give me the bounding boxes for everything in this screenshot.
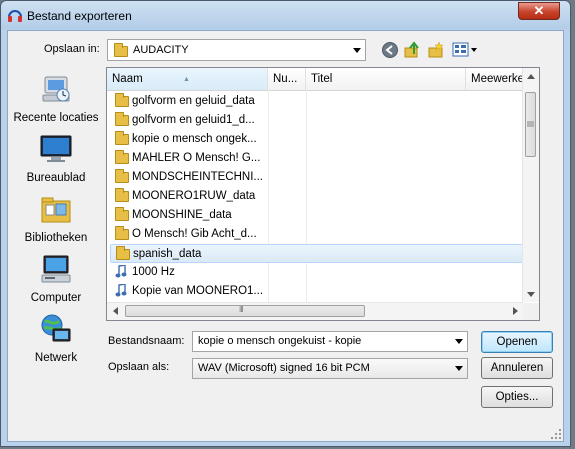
list-item[interactable]: golfvorm en geluid_data: [110, 92, 535, 111]
file-name: MOONSHINE_data: [132, 209, 232, 221]
back-icon[interactable]: [381, 41, 399, 59]
dialog-window: Bestand exporteren ✕ Opslaan in: AUDACIT…: [0, 0, 571, 447]
vertical-scroll-thumb[interactable]: [525, 92, 536, 157]
network-icon: [41, 314, 71, 342]
arrow-up-icon: [527, 73, 535, 79]
column-title[interactable]: Titel: [306, 68, 466, 90]
column-number[interactable]: Nu...: [268, 68, 306, 90]
horizontal-scrollbar[interactable]: III: [107, 302, 523, 320]
list-item[interactable]: kopie o mensch ongek...: [110, 130, 535, 149]
place-libraries[interactable]: Bibliotheken: [10, 193, 102, 244]
file-name: Kopie van MOONERO1...: [132, 285, 264, 297]
file-name: spanish_data: [133, 248, 202, 260]
horizontal-grip: III: [239, 305, 244, 314]
file-name: 1000 Hz: [132, 266, 175, 278]
cancel-button[interactable]: Annuleren: [481, 357, 553, 379]
audio-file-icon: [115, 265, 127, 278]
scroll-left-button[interactable]: [107, 303, 123, 319]
options-button[interactable]: Opties...: [481, 386, 553, 408]
close-button[interactable]: ✕: [518, 2, 560, 20]
folder-icon: [114, 43, 128, 57]
chevron-down-icon[interactable]: [455, 366, 463, 371]
list-item[interactable]: Kopie van MOONERO1...: [110, 282, 535, 301]
audio-file-icon: [115, 284, 127, 297]
folder-icon: [115, 112, 129, 126]
scroll-right-button[interactable]: [507, 303, 523, 319]
save-as-label: Opslaan als:: [108, 361, 170, 373]
audacity-headphones-icon: [8, 10, 22, 22]
chevron-down-icon[interactable]: [455, 339, 463, 344]
open-button[interactable]: Openen: [481, 331, 553, 353]
window-title: Bestand exporteren: [27, 9, 132, 23]
folder-icon: [115, 131, 129, 145]
place-desktop[interactable]: Bureaublad: [10, 133, 102, 184]
save-in-value: AUDACITY: [133, 44, 189, 56]
file-name: O Mensch! Gib Acht_d...: [132, 228, 257, 240]
folder-icon: [115, 150, 129, 164]
place-label: Bureaublad: [26, 172, 86, 184]
scroll-down-button[interactable]: [523, 286, 539, 302]
file-name: MAHLER O Mensch! G...: [132, 152, 261, 164]
place-label: Computer: [30, 292, 82, 304]
save-in-label: Opslaan in:: [44, 43, 100, 55]
chevron-down-icon[interactable]: [353, 48, 361, 53]
file-name: MONDSCHEINTECHNI...: [132, 171, 263, 183]
scroll-corner: [523, 303, 539, 320]
place-network[interactable]: Netwerk: [10, 313, 102, 364]
place-recent[interactable]: Recente locaties: [10, 73, 102, 124]
file-list[interactable]: Naam ▲ Nu... Titel Meewerkend golfvorm e…: [106, 67, 540, 321]
list-item[interactable]: 1000 Hz: [110, 263, 535, 282]
libraries-icon: [41, 197, 71, 223]
vertical-scrollbar[interactable]: [522, 68, 539, 302]
file-name: MOONERO1RUW_data: [132, 190, 256, 202]
scroll-up-button[interactable]: [523, 68, 539, 84]
file-name: golfvorm en geluid_data: [132, 95, 255, 107]
folder-icon: [115, 169, 129, 183]
file-name: kopie o mensch ongek...: [132, 133, 257, 145]
save-in-combo[interactable]: AUDACITY: [107, 39, 366, 61]
arrow-left-icon: [112, 307, 118, 315]
folder-icon: [116, 246, 130, 260]
list-item[interactable]: MOONSHINE_data: [110, 206, 535, 225]
filename-value: kopie o mensch ongekuist - kopie: [198, 335, 362, 347]
desktop-icon: [40, 135, 72, 162]
filename-label: Bestandsnaam:: [108, 335, 185, 347]
column-name-label: Naam: [112, 73, 143, 85]
arrow-down-icon: [527, 291, 535, 297]
file-name: golfvorm en geluid1_d...: [132, 114, 255, 126]
horizontal-scroll-thumb[interactable]: III: [125, 305, 365, 317]
grip-icon: [527, 121, 534, 127]
arrow-right-icon: [512, 307, 518, 315]
computer-icon: [41, 255, 71, 283]
place-label: Bibliotheken: [24, 232, 88, 244]
up-folder-icon[interactable]: [403, 41, 421, 59]
recent-places-icon: [42, 76, 70, 102]
sort-up-icon: ▲: [183, 76, 190, 83]
title-bar[interactable]: Bestand exporteren ✕: [1, 1, 570, 29]
new-folder-icon[interactable]: [427, 41, 445, 59]
save-as-type-select[interactable]: WAV (Microsoft) signed 16 bit PCM: [192, 358, 468, 379]
folder-icon: [115, 226, 129, 240]
list-item[interactable]: O Mensch! Gib Acht_d...: [110, 225, 535, 244]
save-as-value: WAV (Microsoft) signed 16 bit PCM: [198, 362, 370, 374]
filename-input[interactable]: kopie o mensch ongekuist - kopie: [192, 331, 468, 352]
list-item[interactable]: spanish_data: [110, 244, 535, 263]
column-header: Naam ▲ Nu... Titel Meewerkend: [107, 68, 539, 91]
place-label: Recente locaties: [13, 112, 99, 124]
folder-icon: [115, 93, 129, 107]
view-menu-icon[interactable]: [452, 41, 478, 59]
resize-grip-icon[interactable]: [551, 429, 561, 439]
list-item[interactable]: MONDSCHEINTECHNI...: [110, 168, 535, 187]
dialog-body: Opslaan in: AUDACITY Recente locaties Bu…: [7, 30, 564, 442]
folder-icon: [115, 188, 129, 202]
list-item[interactable]: MOONERO1RUW_data: [110, 187, 535, 206]
list-item[interactable]: golfvorm en geluid1_d...: [110, 111, 535, 130]
list-item[interactable]: MAHLER O Mensch! G...: [110, 149, 535, 168]
folder-icon: [115, 207, 129, 221]
column-name[interactable]: Naam ▲: [107, 68, 268, 90]
place-computer[interactable]: Computer: [10, 253, 102, 304]
place-label: Netwerk: [34, 352, 78, 364]
